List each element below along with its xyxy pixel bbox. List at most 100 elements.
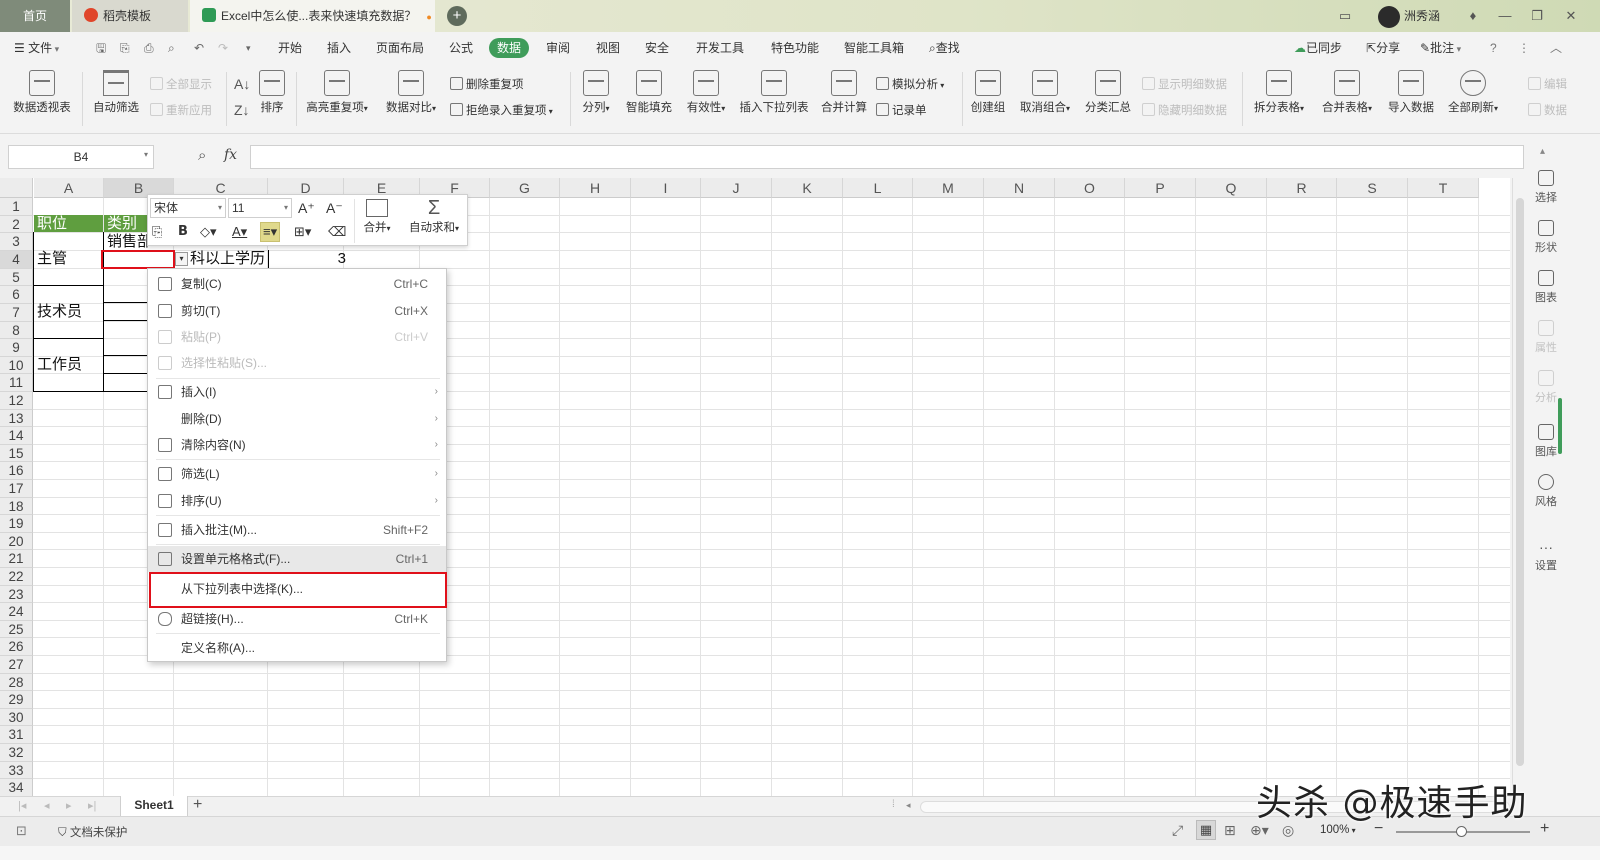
redo-icon[interactable]: ↷ [218, 38, 228, 58]
menu-developer[interactable]: 开发工具 [696, 38, 744, 58]
row-header-8[interactable]: 8 [0, 321, 33, 340]
sidebar-item-style[interactable]: 风格 [1526, 474, 1566, 509]
vertical-scroll-thumb[interactable] [1516, 198, 1524, 766]
file-menu[interactable]: ☰ 文件 ▾ [14, 38, 59, 58]
add-sheet-button[interactable]: + [193, 796, 202, 814]
export-icon[interactable]: ⎘ [120, 38, 130, 58]
split-table-button[interactable]: 拆分表格▾ [1248, 70, 1310, 115]
clear-format-icon[interactable]: ⌫ [328, 223, 346, 241]
sidebar-collapse-icon[interactable]: ▴ [1540, 146, 1545, 157]
column-header-M[interactable]: M [913, 178, 984, 198]
align-center-icon[interactable]: ≡▾ [260, 222, 281, 242]
menu-page-layout[interactable]: 页面布局 [376, 38, 424, 58]
edit-links-button[interactable]: 编辑 [1528, 76, 1567, 92]
fx-icon[interactable]: fx [224, 147, 237, 163]
preview-icon[interactable]: ⌕ [168, 38, 175, 58]
sidebar-item-chart[interactable]: 图表 [1526, 270, 1566, 305]
skin-icon[interactable]: ♦ [1458, 0, 1488, 32]
scroll-left-icon[interactable]: ◂ [906, 800, 911, 811]
next-sheet-icon[interactable]: ▸ [66, 799, 72, 812]
reapply-button[interactable]: 重新应用 [150, 102, 212, 118]
sidebar-item-select[interactable]: 选择 [1526, 170, 1566, 205]
font-color-icon[interactable]: A▾ [232, 223, 247, 241]
page-break-view-icon[interactable]: ⊞ [1224, 822, 1236, 839]
menu-item-insert[interactable]: 插入(I) › [148, 379, 446, 405]
ungroup-button[interactable]: 取消组合▾ [1016, 70, 1074, 115]
show-detail-button[interactable]: 显示明细数据 [1142, 76, 1227, 92]
window-restore-icon[interactable]: ▭ [1330, 0, 1360, 32]
row-header-13[interactable]: 13 [0, 409, 33, 428]
row-header-4[interactable]: 4 [0, 250, 33, 269]
menu-formula[interactable]: 公式 [449, 38, 473, 58]
row-header-33[interactable]: 33 [0, 761, 33, 780]
row-header-9[interactable]: 9 [0, 339, 33, 357]
menu-security[interactable]: 安全 [645, 38, 669, 58]
row-header-16[interactable]: 16 [0, 462, 33, 480]
row-header-5[interactable]: 5 [0, 268, 33, 287]
row-header-2[interactable]: 2 [0, 215, 33, 234]
merge-table-button[interactable]: 合并表格▾ [1316, 70, 1378, 115]
row-header-15[interactable]: 15 [0, 444, 33, 463]
column-header-S[interactable]: S [1337, 178, 1408, 198]
row-header-1[interactable]: 1 [0, 198, 33, 216]
menu-item-define-name[interactable]: 定义名称(A)... [148, 635, 446, 661]
undo-icon[interactable]: ↶ [194, 38, 204, 58]
row-header-25[interactable]: 25 [0, 620, 33, 639]
row-header-34[interactable]: 34 [0, 779, 33, 796]
zoom-slider-thumb[interactable] [1456, 826, 1467, 837]
show-all-button[interactable]: 全部显示 [150, 76, 212, 92]
row-header-30[interactable]: 30 [0, 708, 33, 727]
row-header-3[interactable]: 3 [0, 233, 33, 251]
zoom-in-icon[interactable]: + [1540, 820, 1549, 838]
print-icon[interactable]: ⎙ [144, 38, 154, 58]
column-header-A[interactable]: A [34, 178, 104, 198]
macro-icon[interactable]: ⊡ [16, 823, 27, 839]
column-header-L[interactable]: L [843, 178, 913, 198]
menu-item-delete[interactable]: 删除(D) › [148, 406, 446, 432]
zoom-formula-icon[interactable]: ⌕ [198, 147, 206, 164]
column-header-H[interactable]: H [560, 178, 631, 198]
sort-ascending-button[interactable]: A↓ [234, 76, 250, 92]
row-header-18[interactable]: 18 [0, 497, 33, 516]
row-header-29[interactable]: 29 [0, 691, 33, 709]
menu-item-insert-comment[interactable]: 插入批注(M)... Shift+F2 [148, 517, 446, 543]
row-header-20[interactable]: 20 [0, 532, 33, 551]
comment-button[interactable]: ✎批注 ▾ [1420, 38, 1461, 58]
remove-duplicates-button[interactable]: 删除重复项 [450, 76, 524, 92]
avatar[interactable] [1378, 6, 1400, 28]
menu-view[interactable]: 视图 [596, 38, 620, 58]
tab-document[interactable]: Excel中怎么使...表来快速填充数据？ ● [190, 0, 435, 32]
column-header-K[interactable]: K [772, 178, 843, 198]
tab-splitter-icon[interactable]: ⁞ [892, 799, 895, 810]
row-header-6[interactable]: 6 [0, 286, 33, 304]
create-group-button[interactable]: 创建组 [968, 70, 1008, 115]
tab-home[interactable]: 首页 [0, 0, 70, 32]
row-header-17[interactable]: 17 [0, 480, 33, 498]
autosum-button[interactable]: Σ 自动求和▾ [402, 197, 466, 235]
help-icon[interactable]: ? [1490, 38, 1497, 58]
collapse-ribbon-icon[interactable]: ︿ [1550, 38, 1562, 58]
cell-C4[interactable]: 科以上学历 [190, 250, 270, 268]
last-sheet-icon[interactable]: ▸| [88, 799, 96, 812]
chevron-down-icon[interactable]: ▾ [144, 150, 148, 159]
cell-A10[interactable]: 工作员 [34, 356, 103, 374]
fullscreen-icon[interactable]: ⤢ [1172, 822, 1183, 839]
sort-descending-button[interactable]: Z↓ [234, 102, 250, 118]
column-header-T[interactable]: T [1408, 178, 1479, 198]
menu-item-copy[interactable]: 复制(C) Ctrl+C [148, 271, 446, 297]
bold-icon[interactable]: B [178, 223, 188, 241]
sheet-tab-sheet1[interactable]: Sheet1 [120, 796, 188, 817]
cell-A7[interactable]: 技术员 [34, 303, 103, 321]
column-header-N[interactable]: N [984, 178, 1055, 198]
menu-features[interactable]: 特色功能 [771, 38, 819, 58]
vertical-scrollbar[interactable] [1512, 178, 1526, 798]
dropdown-arrow-icon[interactable]: ▾ [175, 252, 188, 266]
menu-start[interactable]: 开始 [278, 38, 302, 58]
sort-button[interactable]: 排序 [256, 70, 288, 115]
record-form-button[interactable]: 记录单 [876, 102, 927, 118]
menu-item-sort[interactable]: 排序(U) › [148, 488, 446, 514]
validity-button[interactable]: 有效性▾ [682, 70, 730, 115]
cell-A4[interactable]: 主管 [34, 250, 103, 268]
active-cell-B4[interactable] [101, 250, 175, 269]
sidebar-item-properties[interactable]: 属性 [1526, 320, 1566, 355]
